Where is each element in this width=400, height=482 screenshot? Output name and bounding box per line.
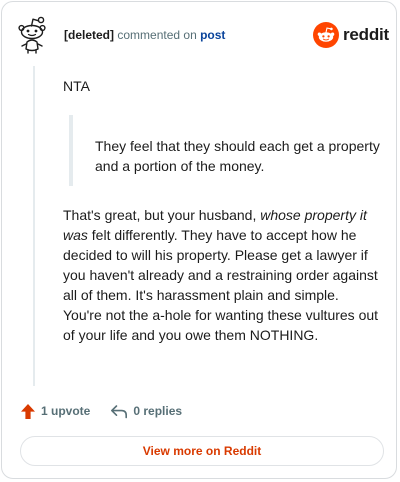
comment-meta: [deleted] commented on post [64,28,225,42]
comment-footer: 1 upvote 0 replies [20,401,182,421]
embedded-comment-card: [deleted] commented on post reddit NTA T… [1,1,397,479]
blockquote: They feel that they should each get a pr… [69,115,381,186]
thread-line [33,66,35,386]
deleted-user-avatar-icon [16,16,50,54]
replies-button[interactable]: 0 replies [110,404,182,419]
quote-text: They feel that they should each get a pr… [95,138,380,174]
comment-header: [deleted] commented on post reddit [2,2,398,66]
post-link[interactable]: post [200,28,225,42]
upvote-arrow-icon [20,403,36,420]
comment-body: NTA They feel that they should each get … [63,76,381,345]
upvote-button[interactable]: 1 upvote [20,403,90,420]
comment-intro: NTA [63,78,90,94]
comment-text-end: felt differently. They have to accept ho… [63,227,379,343]
comment-text-start: That's great, but your husband, [63,207,261,223]
reddit-logo-icon [313,22,339,48]
reddit-wordmark: reddit [343,25,390,44]
reply-arrow-icon [110,404,128,419]
view-more-button[interactable]: View more on Reddit [20,436,384,466]
reddit-brand[interactable]: reddit [313,22,389,48]
replies-count: 0 replies [133,404,183,418]
comment-author[interactable]: [deleted] [64,28,114,42]
comment-paragraph: That's great, but your husband, whose pr… [63,205,381,345]
comment-action-text: commented on [117,28,197,42]
upvote-count: 1 upvote [41,404,91,418]
